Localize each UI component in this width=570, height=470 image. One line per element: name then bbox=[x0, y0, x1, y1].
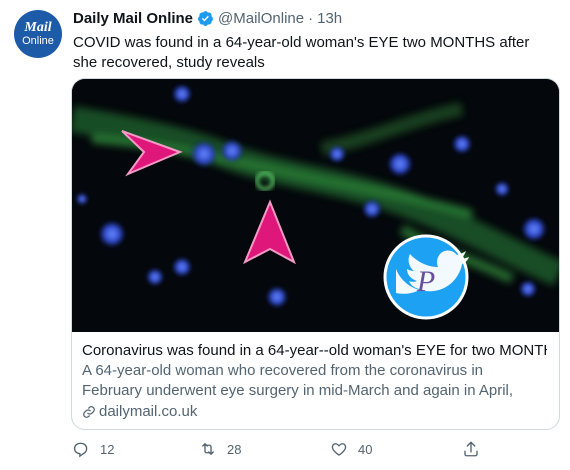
reply-icon bbox=[73, 442, 88, 458]
card-domain-text: dailymail.co.uk bbox=[99, 403, 198, 420]
link-card[interactable]: P Coronavirus was found in a 64-year--ol… bbox=[71, 78, 560, 430]
separator-dot: · bbox=[308, 10, 314, 27]
share-button[interactable] bbox=[462, 440, 490, 458]
tweet-header: Daily Mail Online @MailOnline · 13h bbox=[73, 10, 342, 27]
reply-count: 12 bbox=[100, 441, 115, 457]
avatar-logo-line2: Online bbox=[22, 35, 54, 47]
avatar-logo-line1: Mail bbox=[24, 20, 52, 35]
card-domain[interactable]: dailymail.co.uk bbox=[82, 402, 547, 422]
share-icon bbox=[464, 441, 478, 457]
like-button[interactable]: 40 bbox=[330, 440, 372, 458]
tweet-actions: 12 28 40 bbox=[72, 440, 492, 464]
avatar[interactable]: Mail Online bbox=[14, 10, 62, 58]
retweet-count: 28 bbox=[227, 441, 242, 457]
watermark-letter: P bbox=[416, 265, 435, 298]
heart-icon bbox=[331, 443, 347, 456]
retweet-button[interactable]: 28 bbox=[199, 440, 241, 458]
verified-badge-icon bbox=[198, 11, 213, 26]
link-icon bbox=[83, 406, 95, 418]
handle[interactable]: @MailOnline bbox=[218, 10, 304, 27]
card-image[interactable]: P bbox=[72, 79, 559, 332]
card-body: Coronavirus was found in a 64-year--old … bbox=[72, 332, 559, 422]
card-description: A 64-year-old woman who recovered from t… bbox=[82, 362, 514, 399]
card-title[interactable]: Coronavirus was found in a 64-year--old … bbox=[82, 341, 547, 361]
microscopy-image: P bbox=[72, 79, 559, 332]
watermark-logo: P bbox=[383, 234, 469, 320]
display-name[interactable]: Daily Mail Online bbox=[73, 10, 193, 27]
like-count: 40 bbox=[358, 441, 373, 457]
timestamp[interactable]: 13h bbox=[317, 10, 342, 27]
retweet-icon bbox=[202, 443, 214, 455]
tweet-text: COVID was found in a 64-year-old woman's… bbox=[73, 34, 530, 71]
reply-button[interactable]: 12 bbox=[72, 440, 114, 458]
